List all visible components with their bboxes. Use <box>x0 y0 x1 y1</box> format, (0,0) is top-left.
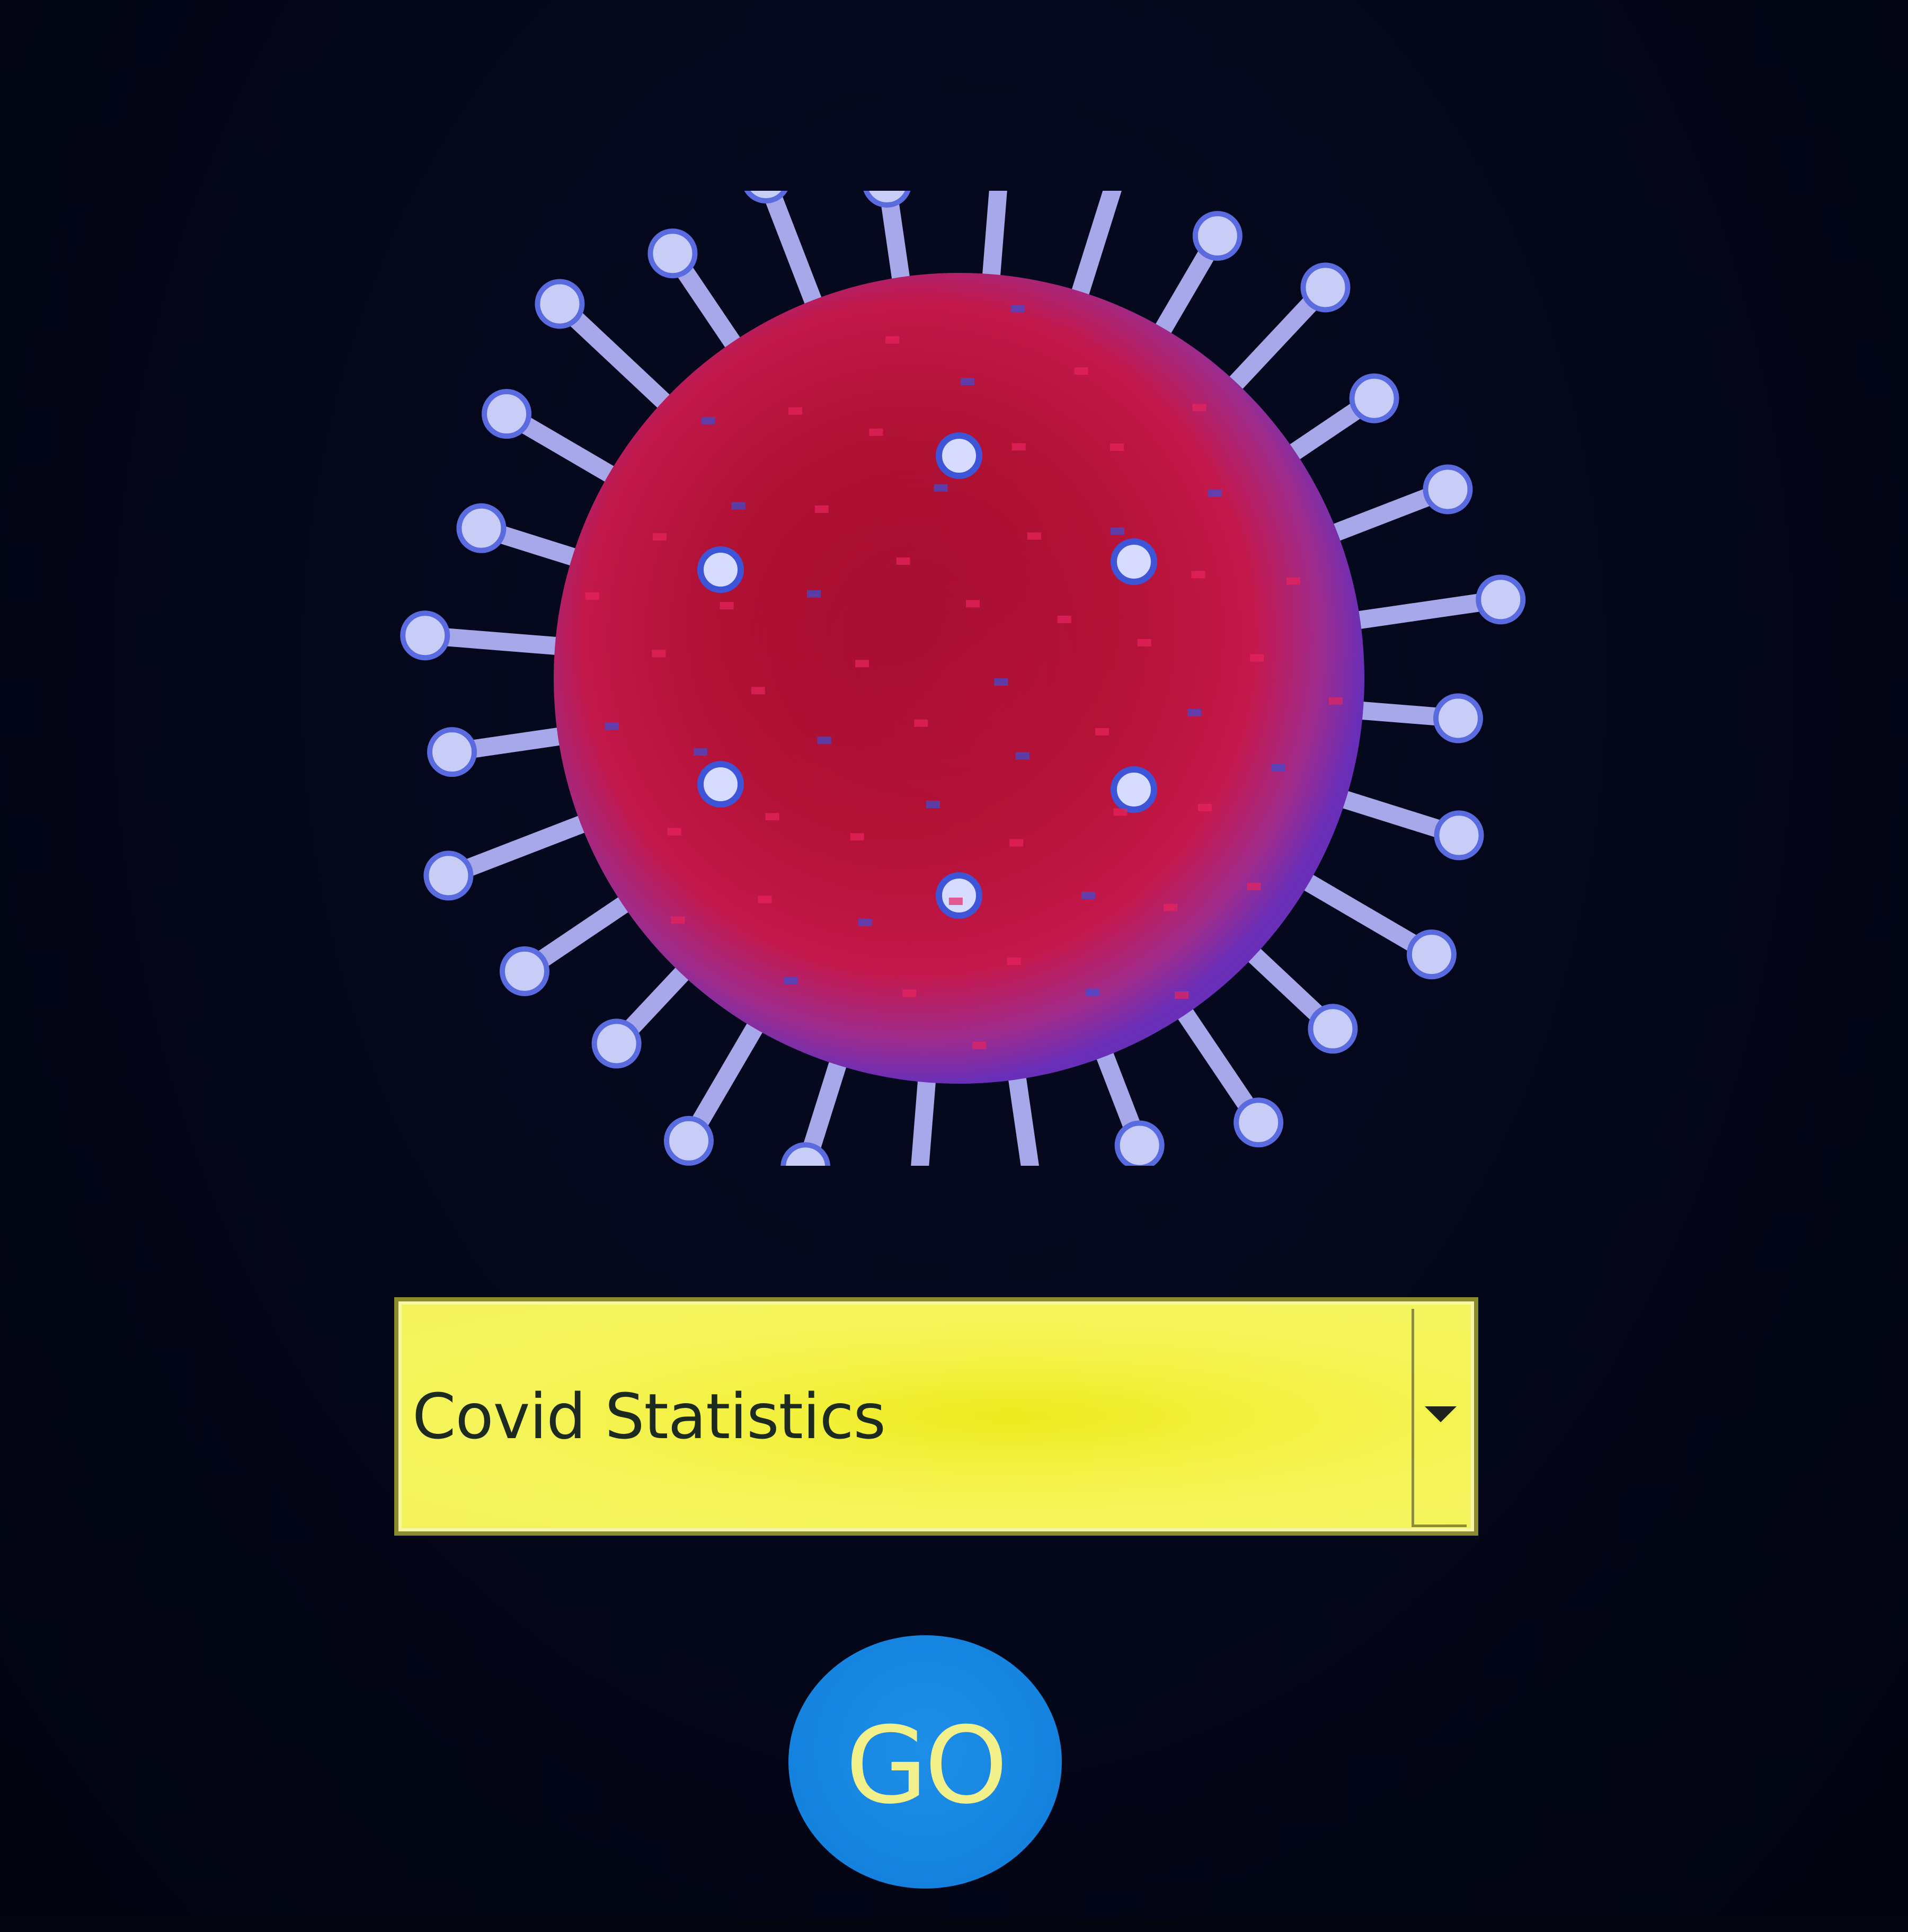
virus-texture-speck <box>667 828 681 836</box>
virus-spike-head <box>1300 262 1351 313</box>
virus-spike-head <box>647 228 698 279</box>
virus-spike-head <box>1406 929 1457 980</box>
bottom-edge <box>0 1918 1908 1932</box>
coronavirus-icon <box>400 191 1526 1166</box>
virus-spike-head <box>1433 693 1483 743</box>
virus-texture-speck <box>1011 443 1026 451</box>
virus-spike-head <box>1114 1120 1165 1166</box>
virus-surface-protein <box>1111 766 1157 813</box>
go-button[interactable]: GO <box>788 1635 1062 1889</box>
virus-texture-speck <box>731 502 746 510</box>
virus-texture-speck <box>652 650 666 658</box>
virus-texture-speck <box>850 833 864 841</box>
virus-surface-protein <box>936 432 982 479</box>
virus-texture-speck <box>1286 577 1300 585</box>
coronavirus-illustration <box>392 191 1526 1166</box>
virus-surface-protein <box>697 546 744 593</box>
virus-texture-speck <box>814 505 829 513</box>
statistics-dropdown[interactable]: Covid Statistics <box>394 1297 1478 1536</box>
virus-spike-head <box>1349 373 1399 423</box>
virus-texture-speck <box>1250 654 1264 662</box>
dropdown-toggle-button[interactable] <box>1412 1309 1467 1527</box>
virus-surface-protein <box>697 761 744 808</box>
virus-spike-head <box>1434 810 1484 861</box>
virus-texture-speck <box>1271 764 1285 772</box>
virus-texture-speck <box>1137 639 1151 646</box>
virus-texture-speck <box>605 722 619 730</box>
virus-texture-speck <box>1198 804 1212 812</box>
virus-spike-head <box>1233 1097 1284 1148</box>
virus-spike-head <box>1476 574 1526 625</box>
dropdown-selected-value: Covid Statistics <box>412 1380 886 1453</box>
virus-texture-speck <box>806 590 821 598</box>
virus-texture-speck <box>902 989 917 997</box>
virus-texture-speck <box>765 813 779 821</box>
virus-texture-speck <box>869 428 883 436</box>
virus-texture-speck <box>693 748 707 756</box>
virus-spike-head <box>456 503 507 553</box>
virus-surface-protein <box>1111 538 1157 585</box>
virus-texture-speck <box>994 678 1008 686</box>
virus-texture-speck <box>720 602 734 610</box>
virus-surface-protein <box>936 872 982 919</box>
virus-texture-speck <box>1164 903 1178 911</box>
virus-texture-speck <box>1191 571 1205 579</box>
virus-texture-speck <box>965 600 980 608</box>
virus-texture-speck <box>972 1041 987 1049</box>
virus-texture-speck <box>914 719 928 727</box>
virus-texture-speck <box>788 407 803 415</box>
virus-spike-head <box>1308 1004 1358 1054</box>
virus-texture-speck <box>1057 615 1071 623</box>
virus-spike-head <box>427 727 477 777</box>
virus-spike-head <box>780 1142 831 1166</box>
virus-texture-speck <box>1192 404 1206 412</box>
virus-texture-speck <box>855 660 869 668</box>
virus-texture-speck <box>858 918 873 926</box>
go-button-label: GO <box>845 1704 1008 1828</box>
virus-texture-speck <box>1007 958 1021 965</box>
virus-spike-head <box>591 1018 642 1069</box>
virus-texture-speck <box>896 557 910 565</box>
virus-spike-head <box>400 610 450 661</box>
virus-spike-head <box>482 389 532 439</box>
virus-texture-speck <box>652 533 667 541</box>
virus-texture-speck <box>701 416 715 424</box>
virus-texture-speck <box>1110 444 1124 451</box>
virus-texture-speck <box>671 916 685 924</box>
virus-texture-speck <box>1247 883 1261 891</box>
virus-texture-speck <box>1095 728 1109 735</box>
virus-texture-speck <box>1081 891 1095 899</box>
virus-spike-head <box>535 279 585 329</box>
virus-texture-speck <box>1113 808 1128 816</box>
chevron-down-icon <box>1424 1406 1457 1422</box>
virus-texture-speck <box>885 336 900 344</box>
virus-texture-speck <box>1009 839 1024 847</box>
virus-spike-head <box>1423 464 1473 515</box>
virus-texture-speck <box>758 896 772 903</box>
virus-texture-speck <box>926 801 940 809</box>
app-screen: Covid Statistics GO <box>0 0 1908 1932</box>
virus-texture-speck <box>1111 527 1125 535</box>
virus-texture-speck <box>1015 752 1030 760</box>
virus-spike-head <box>1192 211 1243 261</box>
virus-texture-speck <box>585 592 599 600</box>
virus-texture-speck <box>1175 991 1189 999</box>
virus-texture-speck <box>1329 697 1343 705</box>
virus-texture-speck <box>1085 989 1099 997</box>
virus-texture-speck <box>1187 708 1202 716</box>
virus-spike-head <box>663 1115 714 1166</box>
virus-texture-speck <box>751 687 765 695</box>
virus-texture-speck <box>1027 532 1041 540</box>
virus-texture-speck <box>1074 367 1088 375</box>
virus-spike-head <box>863 191 911 208</box>
virus-texture-speck <box>784 977 798 985</box>
virus-texture-speck <box>1011 305 1025 313</box>
virus-spike-head <box>423 850 474 901</box>
virus-texture-speck <box>960 378 974 386</box>
virus-texture-speck <box>934 484 948 492</box>
virus-spike-head <box>499 946 549 996</box>
virus-texture-speck <box>817 737 831 745</box>
virus-texture-speck <box>1208 489 1222 497</box>
virus-texture-speck <box>948 897 963 905</box>
